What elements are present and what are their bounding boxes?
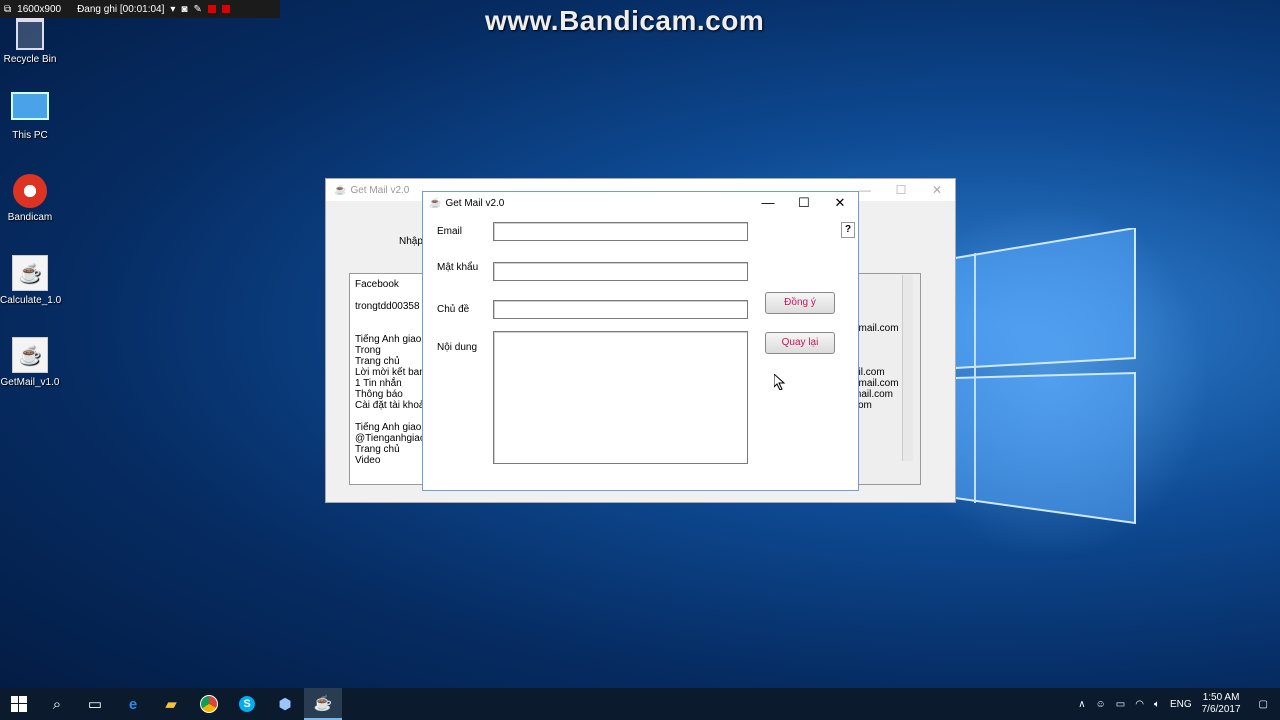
pause-icon[interactable]	[207, 5, 216, 13]
email-field[interactable]	[493, 222, 748, 241]
taskbar: ⌕ ▭ e ▰ S ⬢ ☕ ∧ ☺ ▭ ◠ 🔈︎ ENG 1:50 AM 7/6…	[0, 688, 1280, 720]
clock-date: 7/6/2017	[1201, 704, 1241, 715]
content-label: Nội dung	[437, 342, 478, 353]
desktop-icon-calculate[interactable]: ☕ Calculate_1.0	[0, 255, 62, 306]
back-window-label: Nhập	[399, 236, 423, 247]
back-window-title: Get Mail v2.0	[350, 184, 410, 196]
close-icon[interactable]: ✕	[919, 179, 955, 201]
chevron-up-icon[interactable]: ∧	[1078, 699, 1085, 710]
dialog-title: Get Mail v2.0	[445, 197, 505, 209]
java-icon: ☕	[334, 184, 347, 196]
start-button[interactable]	[0, 688, 38, 720]
volume-icon[interactable]: 🔈︎	[1154, 699, 1160, 710]
language-indicator[interactable]: ENG	[1170, 699, 1192, 710]
wifi-icon[interactable]: ◠	[1135, 699, 1144, 710]
vertical-scrollbar[interactable]	[902, 275, 913, 461]
skype-icon[interactable]: S	[228, 688, 266, 720]
maximize-icon[interactable]: ☐	[786, 192, 822, 214]
java-app-taskbar-icon[interactable]: ☕	[304, 688, 342, 720]
minimize-icon[interactable]: —	[750, 192, 786, 214]
task-view-icon[interactable]: ▭	[76, 688, 114, 720]
camera-icon[interactable]: ◙	[181, 4, 187, 15]
clock-time: 1:50 AM	[1202, 692, 1240, 703]
desktop-icon-label: Calculate_1.0	[0, 295, 62, 306]
chrome-icon[interactable]	[190, 688, 228, 720]
maximize-icon[interactable]: ☐	[883, 179, 919, 201]
windows-logo-wallpaper	[955, 228, 1136, 525]
desktop-icon-recycle-bin[interactable]: Recycle Bin	[0, 18, 60, 65]
edge-icon[interactable]: e	[114, 688, 152, 720]
subject-label: Chủ đề	[437, 304, 470, 315]
bandicam-icon	[13, 174, 47, 208]
recording-status: Đang ghi [00:01:04]	[77, 3, 165, 15]
battery-icon[interactable]: ▭	[1116, 699, 1125, 710]
help-button[interactable]: ?	[841, 222, 855, 238]
windows-start-icon	[11, 696, 27, 712]
content-textarea[interactable]	[493, 331, 748, 464]
agree-button[interactable]: Đồng ý	[765, 292, 835, 314]
notification-icon[interactable]: ▢	[1259, 699, 1268, 710]
pencil-icon[interactable]: ✎	[193, 4, 201, 15]
desktop-icon-label: GetMail_v1.0	[0, 377, 60, 388]
resolution-icon: ⧉	[4, 3, 12, 15]
desktop-icon-label: Bandicam	[7, 212, 53, 223]
people-icon[interactable]: ☺	[1096, 699, 1106, 710]
desktop-icon-getmail[interactable]: ☕ GetMail_v1.0	[0, 337, 60, 388]
search-icon[interactable]: ⌕	[38, 688, 76, 720]
system-tray: ∧ ☺ ▭ ◠ 🔈︎ ENG 1:50 AM 7/6/2017 ▢	[1078, 688, 1280, 720]
clock[interactable]: 1:50 AM 7/6/2017	[1202, 692, 1241, 716]
subject-field[interactable]	[493, 300, 748, 319]
3d-box-icon[interactable]: ⬢	[266, 688, 304, 720]
desktop-icon-this-pc[interactable]: This PC	[0, 92, 60, 141]
java-icon: ☕	[12, 337, 48, 373]
recycle-bin-icon	[16, 18, 44, 50]
stop-icon[interactable]	[221, 5, 230, 13]
bandicam-recording-bar: ⧉ 1600x900 Đang ghi [00:01:04] ▾ ◙ ✎	[0, 0, 280, 18]
file-explorer-icon[interactable]: ▰	[152, 688, 190, 720]
java-icon: ☕	[429, 197, 442, 209]
dropdown-icon[interactable]: ▾	[170, 4, 175, 15]
desktop-icon-label: This PC	[12, 130, 48, 141]
recording-resolution: 1600x900	[17, 3, 62, 15]
email-label: Email	[437, 226, 463, 237]
mouse-cursor-icon	[774, 374, 786, 390]
desktop-icon-bandicam[interactable]: Bandicam	[0, 174, 60, 223]
java-icon: ☕	[12, 255, 48, 291]
close-icon[interactable]: ✕	[822, 192, 858, 214]
bandicam-watermark: www.Bandicam.com	[485, 5, 765, 36]
computer-icon	[11, 92, 49, 120]
desktop-icon-label: Recycle Bin	[3, 54, 57, 65]
password-label: Mật khẩu	[437, 262, 479, 273]
back-button[interactable]: Quay lại	[765, 332, 835, 354]
password-field[interactable]	[493, 262, 748, 281]
